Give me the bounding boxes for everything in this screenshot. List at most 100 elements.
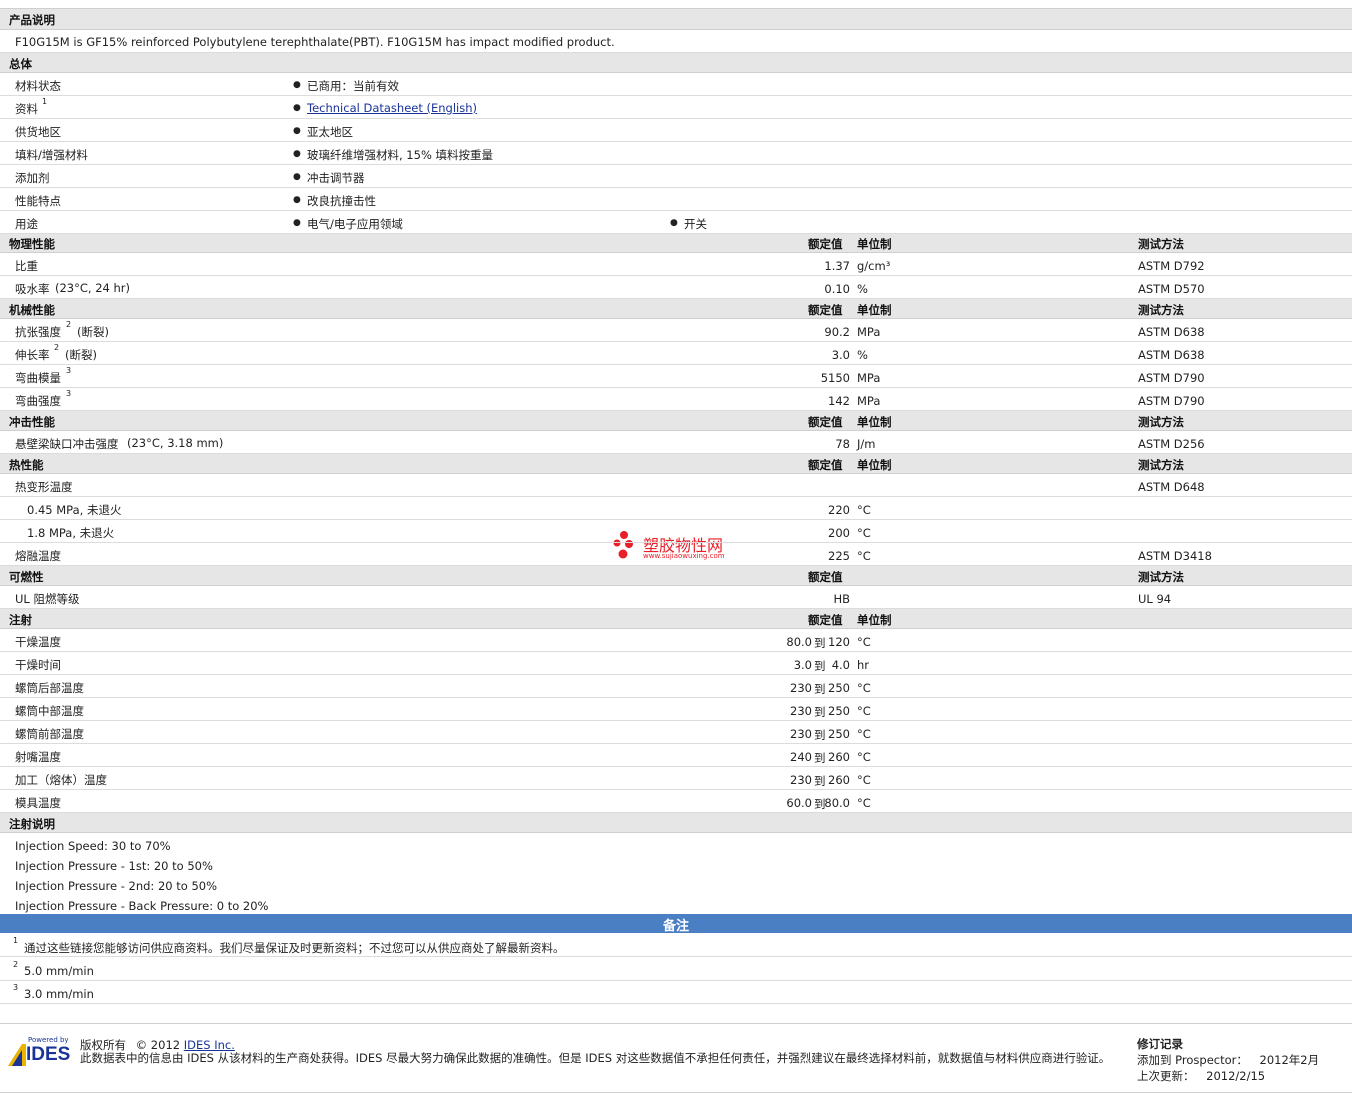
datasheet-link[interactable]: Technical Datasheet (English) xyxy=(307,101,477,115)
general-value: 冲击调节器 xyxy=(307,171,365,185)
bullet-icon: ● xyxy=(293,195,301,205)
mechanical-method: ASTM D638 xyxy=(1138,325,1205,339)
section-physical-header: 物理性能 额定值 单位制 测试方法 xyxy=(0,233,1352,253)
injection-low: 230 xyxy=(790,704,812,718)
injection-notes-body: Injection Speed: 30 to 70% Injection Pres… xyxy=(0,833,1352,914)
section-title: 注射说明 xyxy=(9,817,55,831)
injection-label: 螺筒前部温度 xyxy=(15,727,84,741)
thermal-row: 1.8 MPa, 未退火 200 °C xyxy=(0,520,1352,543)
general-row: 添加剂 ● 冲击调节器 xyxy=(0,165,1352,188)
revision-updated-value: 2012/2/15 xyxy=(1206,1069,1266,1083)
injection-label: 干燥时间 xyxy=(15,658,61,672)
general-label: 材料状态 xyxy=(15,79,61,93)
col-nominal-header: 额定值 xyxy=(808,458,843,472)
bullet-icon: ● xyxy=(293,80,301,90)
copyright-year: © 2012 xyxy=(135,1038,181,1052)
thermal-unit: °C xyxy=(857,549,871,563)
mechanical-value: 3.0 xyxy=(831,348,850,362)
thermal-label: 0.45 MPa, 未退火 xyxy=(27,503,122,517)
thermal-unit: °C xyxy=(857,503,871,517)
impact-label: 悬壁梁缺口冲击强度 xyxy=(15,437,119,451)
thermal-method: ASTM D3418 xyxy=(1138,549,1212,563)
general-row: 资料 1 ● Technical Datasheet (English) xyxy=(0,96,1352,119)
injection-high: 260 xyxy=(828,750,850,764)
mechanical-condition: (断裂) xyxy=(65,348,97,362)
section-title: 热性能 xyxy=(9,458,44,472)
notes-title: 备注 xyxy=(662,919,689,934)
impact-unit: J/m xyxy=(857,437,876,451)
mechanical-value: 142 xyxy=(828,394,850,408)
injection-unit: hr xyxy=(857,658,870,672)
bullet-icon: ● xyxy=(293,126,301,136)
injection-note-line: Injection Pressure - Back Pressure: 0 to… xyxy=(15,899,269,913)
impact-value: 78 xyxy=(835,437,850,451)
col-nominal-header: 额定值 xyxy=(808,237,843,251)
general-label: 填料/增强材料 xyxy=(15,148,88,162)
section-title: 注射 xyxy=(9,613,32,627)
injection-to: 到 xyxy=(814,636,826,650)
thermal-unit: °C xyxy=(857,526,871,540)
flammability-value: HB xyxy=(833,592,850,606)
injection-unit: °C xyxy=(857,704,871,718)
general-row: 用途 ● 电气/电子应用领域 ● 开关 xyxy=(0,211,1352,234)
section-mechanical-header: 机械性能 额定值 单位制 测试方法 xyxy=(0,299,1352,319)
revision-title: 修订记录 xyxy=(1137,1037,1183,1051)
mechanical-unit: MPa xyxy=(857,325,881,339)
mechanical-row: 弯曲强度 3 142 MPa ASTM D790 xyxy=(0,388,1352,411)
note-text: 3.0 mm/min xyxy=(24,987,94,1001)
flammability-method: UL 94 xyxy=(1138,592,1172,606)
injection-row: 加工（熔体）温度 230 到 260 °C xyxy=(0,767,1352,790)
mechanical-row: 弯曲模量 3 5150 MPa ASTM D790 xyxy=(0,365,1352,388)
section-injection-header: 注射 额定值 单位制 xyxy=(0,609,1352,629)
general-value: 开关 xyxy=(684,217,707,231)
bullet-icon: ● xyxy=(293,172,301,182)
injection-to: 到 xyxy=(814,659,826,673)
mechanical-method: ASTM D790 xyxy=(1138,394,1205,408)
ides-company-link[interactable]: IDES Inc. xyxy=(184,1038,235,1052)
description-row: F10G15M is GF15% reinforced Polybutylene… xyxy=(0,30,1352,53)
injection-row: 螺筒中部温度 230 到 250 °C xyxy=(0,698,1352,721)
injection-label: 模具温度 xyxy=(15,796,61,810)
col-nominal-header: 额定值 xyxy=(808,570,843,584)
thermal-value: 220 xyxy=(828,503,850,517)
mechanical-method: ASTM D638 xyxy=(1138,348,1205,362)
general-value: 亚太地区 xyxy=(307,125,353,139)
injection-row: 模具温度 60.0 到 80.0 °C xyxy=(0,790,1352,813)
mechanical-value: 5150 xyxy=(820,371,850,385)
mechanical-unit: MPa xyxy=(857,394,881,408)
thermal-method: ASTM D648 xyxy=(1138,480,1205,494)
general-label: 资料 xyxy=(15,102,38,116)
bullet-icon: ● xyxy=(293,103,301,113)
general-value: 改良抗撞击性 xyxy=(307,194,376,208)
injection-note-line: Injection Speed: 30 to 70% xyxy=(15,839,171,853)
mechanical-method: ASTM D790 xyxy=(1138,371,1205,385)
col-method-header: 测试方法 xyxy=(1138,303,1184,317)
injection-to: 到 xyxy=(814,682,826,696)
note-row: 3 3.0 mm/min xyxy=(0,980,1352,1004)
note-text: 通过这些链接您能够访问供应商资料。我们尽量保证及时更新资料；不过您可以从供应商处… xyxy=(24,941,565,955)
col-nominal-header: 额定值 xyxy=(808,415,843,429)
section-title: 冲击性能 xyxy=(9,415,55,429)
mechanical-label: 弯曲模量 xyxy=(15,371,61,385)
injection-low: 230 xyxy=(790,773,812,787)
general-label: 性能特点 xyxy=(15,194,61,208)
section-general-header: 总体 xyxy=(0,53,1352,73)
bullet-icon: ● xyxy=(670,218,678,228)
injection-unit: °C xyxy=(857,750,871,764)
physical-condition: (23°C, 24 hr) xyxy=(55,281,131,295)
injection-row: 螺筒后部温度 230 到 250 °C xyxy=(0,675,1352,698)
col-unit-header: 单位制 xyxy=(857,237,892,251)
col-method-header: 测试方法 xyxy=(1138,570,1184,584)
general-value: 玻璃纤维增强材料, 15% 填料按重量 xyxy=(307,148,494,162)
physical-method: ASTM D792 xyxy=(1138,259,1205,273)
section-title: 物理性能 xyxy=(9,237,55,251)
mechanical-unit: % xyxy=(857,348,868,362)
thermal-label: 1.8 MPa, 未退火 xyxy=(27,526,115,540)
injection-low: 230 xyxy=(790,727,812,741)
injection-high: 250 xyxy=(828,727,850,741)
injection-row: 干燥温度 80.0 到 120 °C xyxy=(0,629,1352,652)
disclaimer-text: 此数据表中的信息由 IDES 从该材料的生产商处获得。IDES 尽最大努力确保此… xyxy=(80,1051,1111,1065)
general-label: 添加剂 xyxy=(15,171,50,185)
physical-row: 吸水率 (23°C, 24 hr) 0.10% ASTM D570 xyxy=(0,276,1352,299)
injection-unit: °C xyxy=(857,635,871,649)
